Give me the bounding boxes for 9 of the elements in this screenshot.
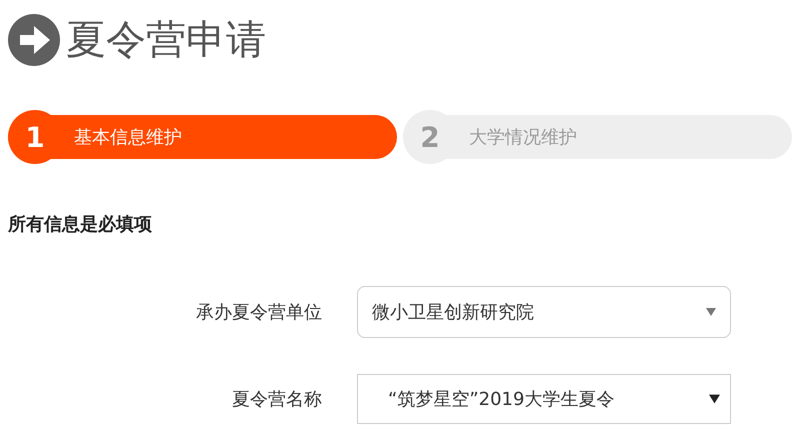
required-notice: 所有信息是必填项: [8, 213, 153, 236]
field-label: 承办夏令营单位: [195, 301, 322, 324]
select-field[interactable]: “筑梦星空”2019大学生夏令: [357, 374, 731, 424]
caret-icon: [709, 394, 720, 404]
field-label: 夏令营名称: [231, 388, 322, 411]
caret-icon: [706, 308, 716, 316]
arrow-right-circle-icon: [8, 14, 60, 66]
select-field[interactable]: 微小卫星创新研究院: [357, 286, 731, 338]
page-title: 夏令营申请: [66, 16, 266, 65]
